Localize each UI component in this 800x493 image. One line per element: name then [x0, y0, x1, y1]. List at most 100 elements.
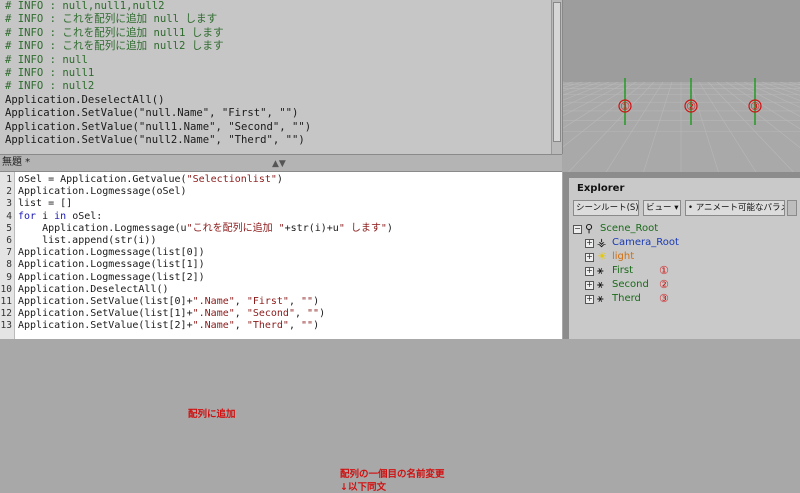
expand-toggle-icon[interactable]: +: [585, 267, 594, 276]
code-line[interactable]: 1 oSel = Application.Getvalue("Selectionl…: [6, 174, 562, 186]
code-token: ): [276, 174, 283, 185]
code-text: for i in oSel:: [18, 211, 102, 223]
code-token: Application.SetValue(list[2]+: [18, 320, 193, 332]
tree-node-light[interactable]: + ☀ light: [569, 250, 800, 264]
code-area[interactable]: 1 oSel = Application.Getvalue("Selectionl…: [1, 174, 562, 332]
code-text: list = []: [18, 198, 72, 210]
expand-toggle-icon[interactable]: +: [585, 295, 594, 304]
scope-dropdown[interactable]: シーンルート(S): [573, 200, 639, 216]
code-text: Application.Logmessage(list[1]): [18, 259, 205, 271]
code-token: Application.Logmessage(list[2]): [18, 271, 205, 283]
code-string: "Selectionlist": [186, 174, 277, 185]
code-line[interactable]: 9 Application.Logmessage(list[2]): [6, 271, 562, 284]
code-token: Application.SetValue(list[0]+: [18, 295, 193, 307]
chevron-down-icon: ▾: [674, 203, 679, 213]
code-keyword: for: [18, 210, 37, 222]
line-number: 13: [0, 320, 12, 332]
toolbar-overflow-button[interactable]: [787, 200, 797, 216]
collapse-toggle-icon[interactable]: −: [573, 225, 582, 234]
code-token: +str(i)+u: [284, 222, 339, 234]
expand-toggle-icon[interactable]: +: [585, 253, 594, 262]
grid-line: [725, 81, 800, 130]
animatable-params-dropdown[interactable]: • アニメート可能なパラメ: [685, 200, 785, 216]
code-text: list.append(str(i)): [18, 235, 156, 247]
line-number: 11: [0, 295, 12, 307]
code-line[interactable]: 2 Application.Logmessage(oSel): [6, 186, 562, 198]
code-text: Application.Logmessage(list[0]): [18, 247, 205, 259]
code-token: ): [319, 308, 326, 320]
log-line: # INFO : これを配列に追加 null します: [5, 13, 218, 26]
code-line[interactable]: 5 Application.Logmessage(u"これを配列に追加 "+st…: [6, 223, 562, 235]
view-dropdown[interactable]: ビュー ▾: [643, 200, 681, 216]
code-text: Application.SetValue(list[2]+".Name", "T…: [18, 320, 319, 332]
code-string: "": [307, 308, 320, 320]
3d-viewport[interactable]: ① ② ③: [563, 0, 800, 172]
log-line: Application.DeselectAll(): [5, 93, 165, 106]
grid-line: [563, 81, 619, 108]
code-line[interactable]: 10 Application.DeselectAll(): [1, 284, 562, 296]
line-number: 5: [6, 222, 12, 234]
code-string: "これを配列に追加 ": [186, 222, 285, 234]
line-number: 7: [6, 247, 12, 259]
code-string: "": [301, 295, 314, 307]
view-dropdown-label: ビュー: [646, 203, 672, 213]
grid-line: [563, 81, 583, 88]
code-keyword: in: [54, 210, 67, 222]
code-token: Application.Logmessage(list[0]): [18, 247, 205, 259]
grid-line: [605, 81, 664, 172]
tree-node-marker: ②: [659, 278, 669, 291]
grid-line: [734, 81, 800, 117]
expand-toggle-icon[interactable]: +: [585, 239, 594, 248]
code-token: oSel:: [66, 210, 103, 222]
tree-node-marker: ①: [659, 264, 669, 277]
code-line[interactable]: 4 for i in oSel:: [6, 211, 562, 223]
log-line: # INFO : null2: [5, 80, 95, 93]
script-editor[interactable]: 1 oSel = Application.Getvalue("Selectionl…: [0, 172, 562, 493]
line-number: 12: [0, 308, 12, 320]
code-string: ".Name": [192, 295, 235, 307]
viewport-canvas[interactable]: ① ② ③: [563, 0, 800, 172]
code-token: ,: [234, 320, 247, 332]
code-text: Application.DeselectAll(): [18, 284, 169, 296]
tree-node-scene-root[interactable]: − ⚲ Scene_Root: [569, 222, 800, 236]
code-string: " します": [338, 222, 387, 234]
log-scrollbar[interactable]: [551, 0, 562, 154]
line-number: 6: [6, 234, 12, 246]
code-string: "": [301, 320, 314, 332]
code-line[interactable]: 8 Application.Logmessage(list[1]): [6, 259, 562, 271]
null-icon: ⚹: [597, 264, 604, 277]
code-string: "Second": [246, 308, 295, 320]
tree-node-therd[interactable]: + ⚹ Therd ③: [569, 292, 800, 306]
grid-line: [743, 81, 800, 108]
tree-node-label: light: [612, 251, 635, 262]
grid-line: [643, 81, 673, 172]
scene-tree: − ⚲ Scene_Root + ⚶ Camera_Root + ☀ light + ⚹ First ①…: [569, 222, 800, 306]
log-scrollbar-thumb[interactable]: [553, 2, 561, 142]
line-number: 1: [6, 174, 12, 185]
grid-line: [770, 81, 800, 92]
code-string: "First": [246, 295, 289, 307]
code-line[interactable]: 6 list.append(str(i)): [6, 235, 562, 247]
code-line[interactable]: 3 list = []: [6, 198, 562, 210]
tree-node-marker: ③: [659, 292, 669, 305]
expand-toggle-icon[interactable]: +: [585, 281, 594, 290]
code-token: oSel = Application.Getvalue(: [18, 174, 187, 185]
script-editor-titlebar: 無題 * ▲▼: [0, 154, 562, 172]
code-token: ,: [288, 320, 302, 332]
tree-node-camera-root[interactable]: + ⚶ Camera_Root: [569, 236, 800, 250]
code-line[interactable]: 13 Application.SetValue(list[2]+".Name", …: [1, 320, 562, 332]
tree-node-label: First: [612, 265, 634, 276]
code-line[interactable]: 11 Application.SetValue(list[0]+".Name", …: [1, 295, 562, 308]
code-string: ".Name": [192, 320, 235, 332]
grid-line: [689, 81, 719, 172]
splitter-grip-icon[interactable]: ▲▼: [272, 156, 286, 172]
tree-node-first[interactable]: + ⚹ First ①: [569, 264, 800, 278]
code-text: Application.Logmessage(u"これを配列に追加 "+str(…: [18, 223, 393, 235]
grid-line: [563, 81, 592, 92]
code-text: oSel = Application.Getvalue("Selectionli…: [18, 174, 283, 186]
explorer-body: Explorer シーンルート(S) ビュー ▾ • アニメート可能なパラメ −…: [569, 178, 800, 339]
code-line[interactable]: 12 Application.SetValue(list[1]+".Name", …: [1, 308, 562, 320]
code-line[interactable]: 7 Application.Logmessage(list[0]): [6, 247, 562, 259]
tree-node-second[interactable]: + ⚹ Second ②: [569, 278, 800, 292]
scene-root-icon: ⚲: [585, 222, 594, 235]
